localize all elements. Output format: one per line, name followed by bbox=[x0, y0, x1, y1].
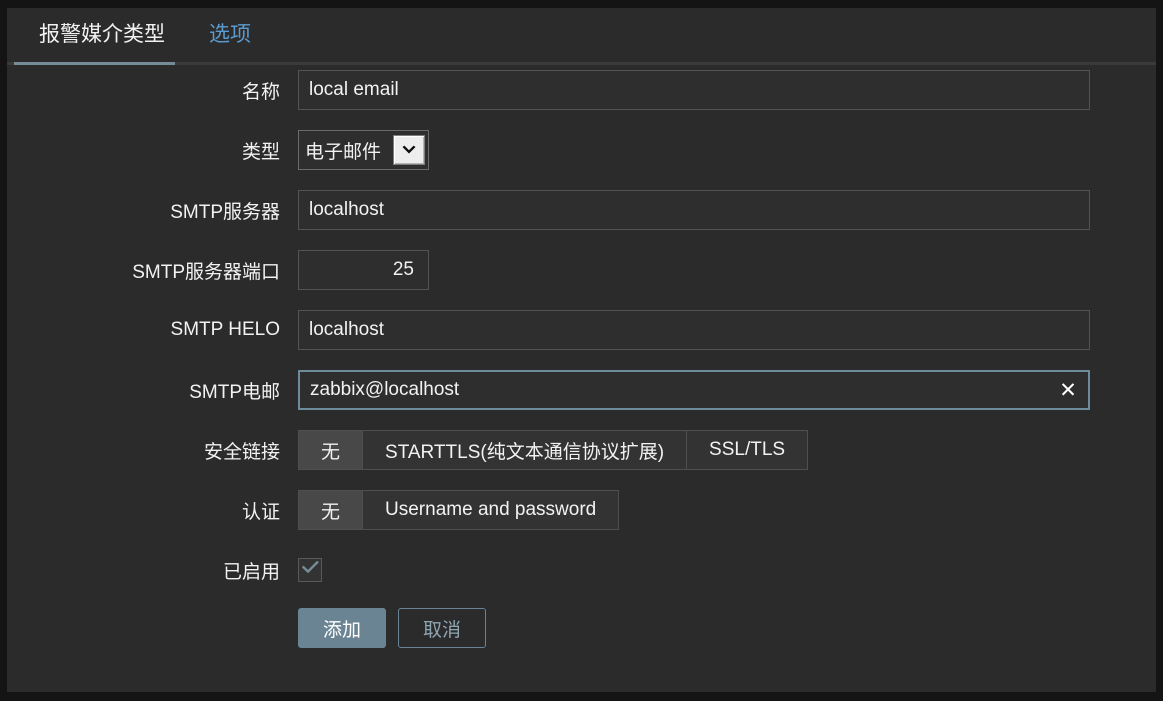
row-smtp-port: SMTP服务器端口 bbox=[7, 250, 1156, 290]
check-icon bbox=[301, 560, 319, 579]
smtp-server-input[interactable] bbox=[298, 190, 1090, 230]
type-select[interactable]: 电子邮件 bbox=[298, 130, 430, 170]
authentication-option-none[interactable]: 无 bbox=[299, 491, 364, 529]
label-type: 类型 bbox=[241, 141, 280, 163]
form-buttons: 添加 取消 bbox=[298, 608, 487, 648]
security-option-none[interactable]: 无 bbox=[299, 431, 364, 469]
label-smtp-port: SMTP服务器端口 bbox=[132, 261, 280, 283]
security-option-ssltls[interactable]: SSL/TLS bbox=[687, 431, 808, 469]
tab-active-indicator bbox=[14, 62, 175, 65]
smtp-port-input[interactable] bbox=[298, 250, 429, 290]
authentication-radio-group: 无 Username and password bbox=[298, 490, 620, 530]
field-authentication: 无 Username and password bbox=[298, 490, 1156, 530]
label-name: 名称 bbox=[241, 81, 280, 103]
enabled-checkbox[interactable] bbox=[298, 558, 322, 582]
row-authentication: 认证 无 Username and password bbox=[7, 490, 1156, 530]
security-radio-group: 无 STARTTLS(纯文本通信协议扩展) SSL/TLS bbox=[298, 430, 809, 470]
field-name bbox=[298, 70, 1156, 110]
tab-underline-track bbox=[7, 62, 1156, 65]
field-smtp-email: ✕ bbox=[298, 370, 1156, 410]
field-smtp-server bbox=[298, 190, 1156, 230]
label-smtp-helo: SMTP HELO bbox=[170, 319, 280, 340]
authentication-option-username-password[interactable]: Username and password bbox=[363, 491, 619, 529]
chevron-down-icon[interactable] bbox=[393, 135, 426, 165]
row-type: 类型 电子邮件 bbox=[7, 130, 1156, 170]
field-enabled bbox=[298, 558, 1156, 582]
tab-options[interactable]: 选项 bbox=[187, 8, 273, 62]
label-security: 安全链接 bbox=[203, 441, 280, 463]
label-enabled: 已启用 bbox=[222, 561, 280, 583]
type-select-value: 电子邮件 bbox=[305, 141, 382, 163]
cancel-button[interactable]: 取消 bbox=[398, 608, 487, 648]
security-option-starttls[interactable]: STARTTLS(纯文本通信协议扩展) bbox=[363, 431, 688, 469]
row-enabled: 已启用 bbox=[7, 550, 1156, 590]
row-smtp-server: SMTP服务器 bbox=[7, 190, 1156, 230]
row-smtp-email: SMTP电邮 ✕ bbox=[7, 370, 1156, 410]
label-smtp-server: SMTP服务器 bbox=[170, 201, 280, 223]
field-security: 无 STARTTLS(纯文本通信协议扩展) SSL/TLS bbox=[298, 430, 1156, 470]
media-type-form: 名称 类型 电子邮件 bbox=[7, 70, 1156, 668]
row-security: 安全链接 无 STARTTLS(纯文本通信协议扩展) SSL/TLS bbox=[7, 430, 1156, 470]
tab-bar: 报警媒介类型 选项 bbox=[7, 8, 1156, 62]
name-input[interactable] bbox=[298, 70, 1090, 110]
tab-alert-media-type[interactable]: 报警媒介类型 bbox=[17, 8, 187, 62]
field-smtp-helo bbox=[298, 310, 1156, 350]
label-authentication: 认证 bbox=[241, 501, 280, 523]
row-smtp-helo: SMTP HELO bbox=[7, 310, 1156, 350]
alert-media-type-panel: 报警媒介类型 选项 名称 类型 电子邮件 bbox=[7, 8, 1156, 692]
add-button[interactable]: 添加 bbox=[298, 608, 387, 648]
smtp-helo-input[interactable] bbox=[298, 310, 1090, 350]
field-smtp-port bbox=[298, 250, 1156, 290]
app-screen: 报警媒介类型 选项 名称 类型 电子邮件 bbox=[0, 0, 1163, 701]
row-name: 名称 bbox=[7, 70, 1156, 110]
smtp-email-input[interactable] bbox=[298, 370, 1090, 410]
label-smtp-email: SMTP电邮 bbox=[189, 381, 280, 403]
field-type: 电子邮件 bbox=[298, 130, 1156, 170]
field-actions: 添加 取消 bbox=[298, 608, 1156, 648]
row-actions: 添加 取消 bbox=[7, 608, 1156, 648]
smtp-email-field: ✕ bbox=[298, 370, 1090, 410]
close-icon[interactable]: ✕ bbox=[1056, 370, 1080, 410]
